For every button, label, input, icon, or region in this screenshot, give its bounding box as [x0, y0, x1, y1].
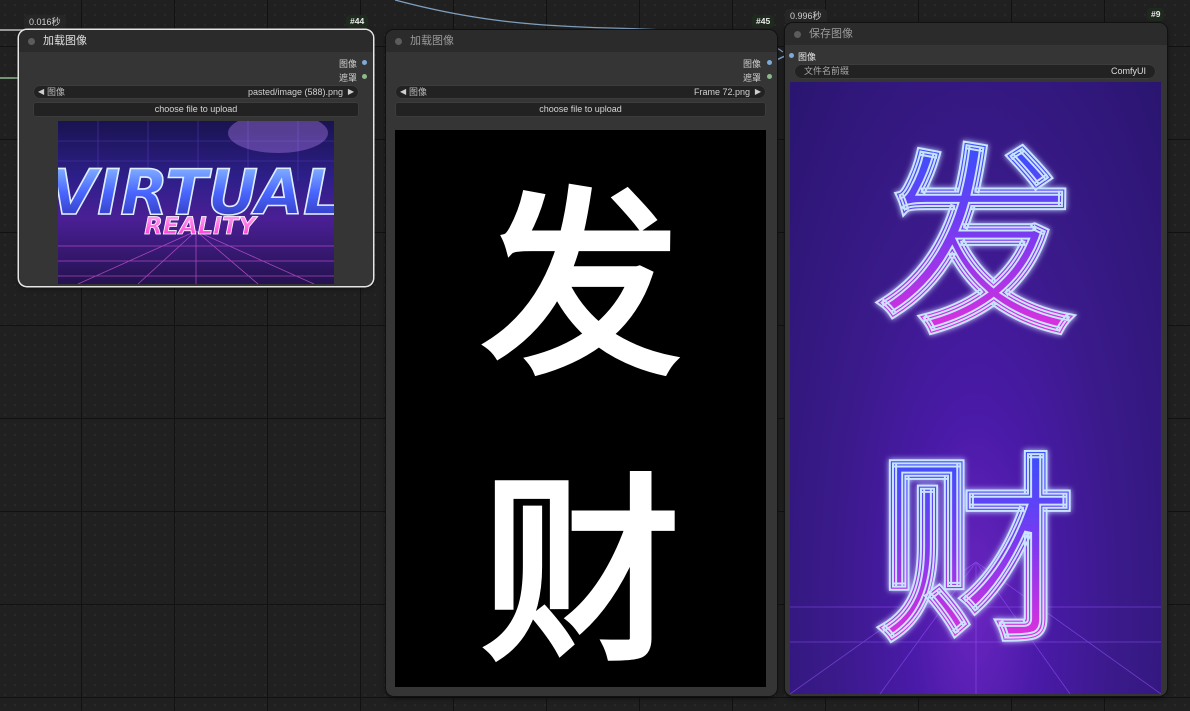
image-select-widget[interactable]: ◀ 图像 Frame 72.png ▶: [395, 85, 766, 99]
node-title-bar[interactable]: 保存图像: [785, 23, 1167, 45]
widget-value: ComfyUI: [1110, 66, 1146, 76]
arrow-right-icon[interactable]: ▶: [348, 85, 354, 99]
node-title: 加载图像: [43, 35, 87, 47]
collapse-dot-icon[interactable]: [794, 31, 801, 38]
collapse-dot-icon[interactable]: [28, 38, 35, 45]
output-mask-port[interactable]: [362, 74, 367, 79]
output-mask-label: 遮罩: [742, 73, 761, 83]
output-image-label: 图像: [338, 59, 357, 69]
arrow-right-icon[interactable]: ▶: [755, 85, 761, 99]
preview-graphic: 发 财: [790, 128, 1161, 694]
preview-char-cai: 财: [481, 457, 681, 687]
load-image-node-45[interactable]: 加载图像 图像 遮罩 ◀ 图像 Frame 72.png ▶ choose fi…: [386, 30, 777, 696]
preview-char-fa: 发: [481, 171, 681, 404]
result-char-cai: 财: [876, 437, 1076, 670]
node-title-bar[interactable]: 加载图像: [386, 30, 777, 52]
image-preview: 发 财: [790, 82, 1161, 694]
widget-label: 图像: [47, 87, 66, 97]
widget-label: 图像: [409, 87, 428, 97]
collapse-dot-icon[interactable]: [395, 38, 402, 45]
widget-value: pasted/image (588).png: [247, 87, 343, 97]
upload-button[interactable]: choose file to upload: [395, 102, 766, 117]
image-preview: 发 财: [395, 130, 766, 687]
image-select-widget[interactable]: ◀ 图像 pasted/image (588).png ▶: [33, 85, 359, 99]
node-id-badge: #45: [752, 15, 775, 28]
preview-graphic: VIRTUAL REALITY: [58, 121, 334, 284]
input-image-label: 图像: [798, 52, 817, 62]
output-image-label: 图像: [742, 59, 761, 69]
output-mask-port[interactable]: [767, 74, 772, 79]
node-title: 加载图像: [410, 35, 454, 47]
arrow-left-icon[interactable]: ◀: [38, 85, 44, 99]
result-char-fa: 发: [876, 129, 1076, 362]
output-mask-label: 遮罩: [338, 73, 357, 83]
save-image-node-9[interactable]: 保存图像 图像 文件名前缀 ComfyUI 发 财: [785, 23, 1167, 696]
node-id-badge: #44: [346, 15, 369, 28]
input-image-port[interactable]: [789, 53, 794, 58]
upload-button[interactable]: choose file to upload: [33, 102, 359, 117]
node-id-badge: #9: [1147, 8, 1165, 21]
widget-label: 文件名前缀: [804, 66, 850, 76]
filename-prefix-widget[interactable]: 文件名前缀 ComfyUI: [794, 64, 1156, 79]
image-preview: VIRTUAL REALITY: [58, 121, 334, 284]
node-title: 保存图像: [809, 28, 853, 40]
execution-time-badge: 0.996秒: [785, 9, 827, 23]
execution-time-badge: 0.016秒: [24, 15, 66, 29]
load-image-node-44[interactable]: 加载图像 图像 遮罩 ◀ 图像 pasted/image (588).png ▶…: [19, 30, 373, 286]
arrow-left-icon[interactable]: ◀: [400, 85, 406, 99]
node-title-bar[interactable]: 加载图像: [19, 30, 373, 52]
widget-value: Frame 72.png: [693, 87, 750, 97]
preview-graphic: 发 财: [481, 171, 681, 687]
output-image-port[interactable]: [767, 60, 772, 65]
output-image-port[interactable]: [362, 60, 367, 65]
preview-title-reality: REALITY: [144, 212, 258, 240]
